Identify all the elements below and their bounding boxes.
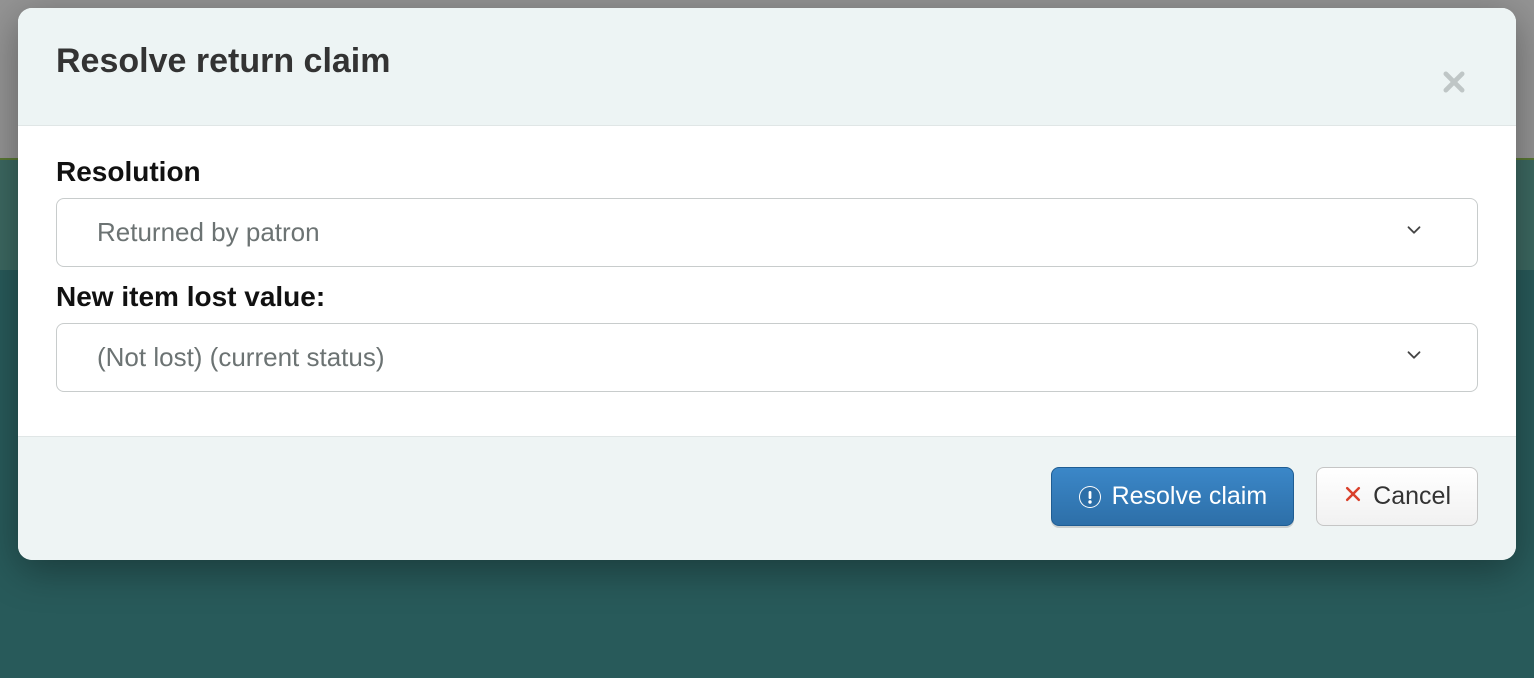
lost-value-select[interactable]: (Not lost) (current status) — [56, 323, 1478, 392]
cancel-button[interactable]: Cancel — [1316, 467, 1478, 526]
exclamation-circle-icon — [1078, 485, 1102, 509]
cancel-x-icon — [1343, 482, 1363, 511]
modal-title: Resolve return claim — [56, 42, 1478, 81]
lost-value-select-value: (Not lost) (current status) — [97, 342, 385, 373]
resolution-select[interactable]: Returned by patron — [56, 198, 1478, 267]
resolve-claim-button[interactable]: Resolve claim — [1051, 467, 1295, 526]
resolution-label: Resolution — [56, 156, 1478, 188]
chevron-down-icon — [1403, 217, 1425, 248]
lost-value-label: New item lost value: — [56, 281, 1478, 313]
close-button[interactable] — [1434, 64, 1474, 104]
resolution-select-value: Returned by patron — [97, 217, 320, 248]
chevron-down-icon — [1403, 342, 1425, 373]
modal-header: Resolve return claim — [18, 8, 1516, 126]
modal-footer: Resolve claim Cancel — [18, 436, 1516, 560]
modal-body: Resolution Returned by patron New item l… — [18, 126, 1516, 436]
resolve-claim-button-label: Resolve claim — [1112, 482, 1268, 511]
resolve-claim-modal: Resolve return claim Resolution Returned… — [18, 8, 1516, 560]
close-icon — [1440, 68, 1468, 101]
cancel-button-label: Cancel — [1373, 482, 1451, 511]
